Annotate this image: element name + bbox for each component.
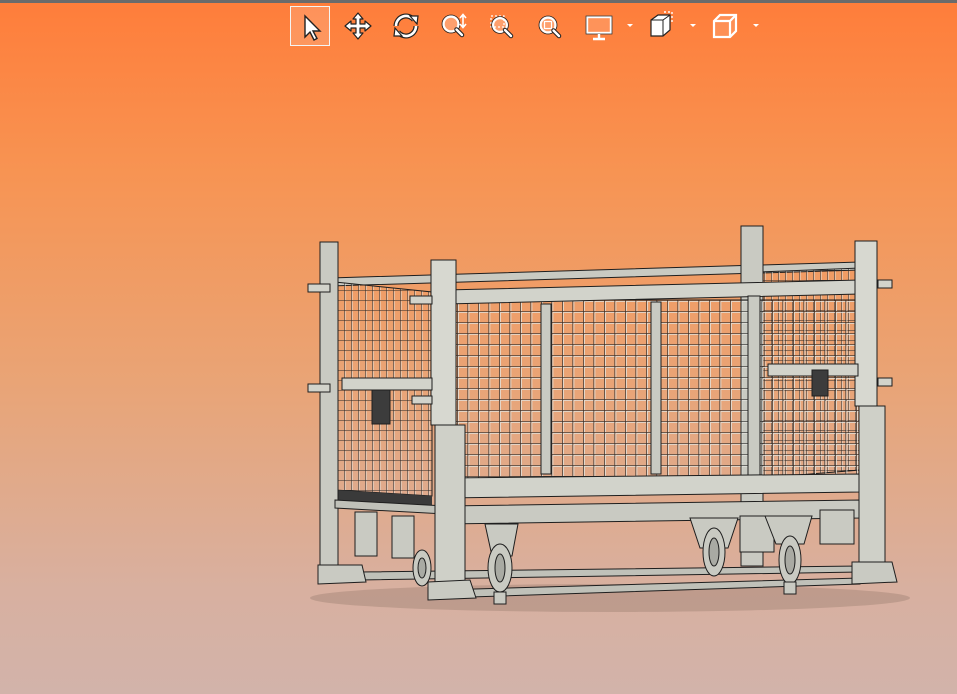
3d-viewport[interactable] xyxy=(0,0,957,694)
wire-mesh-pallet-cage-on-casters-icon[interactable] xyxy=(0,0,957,694)
